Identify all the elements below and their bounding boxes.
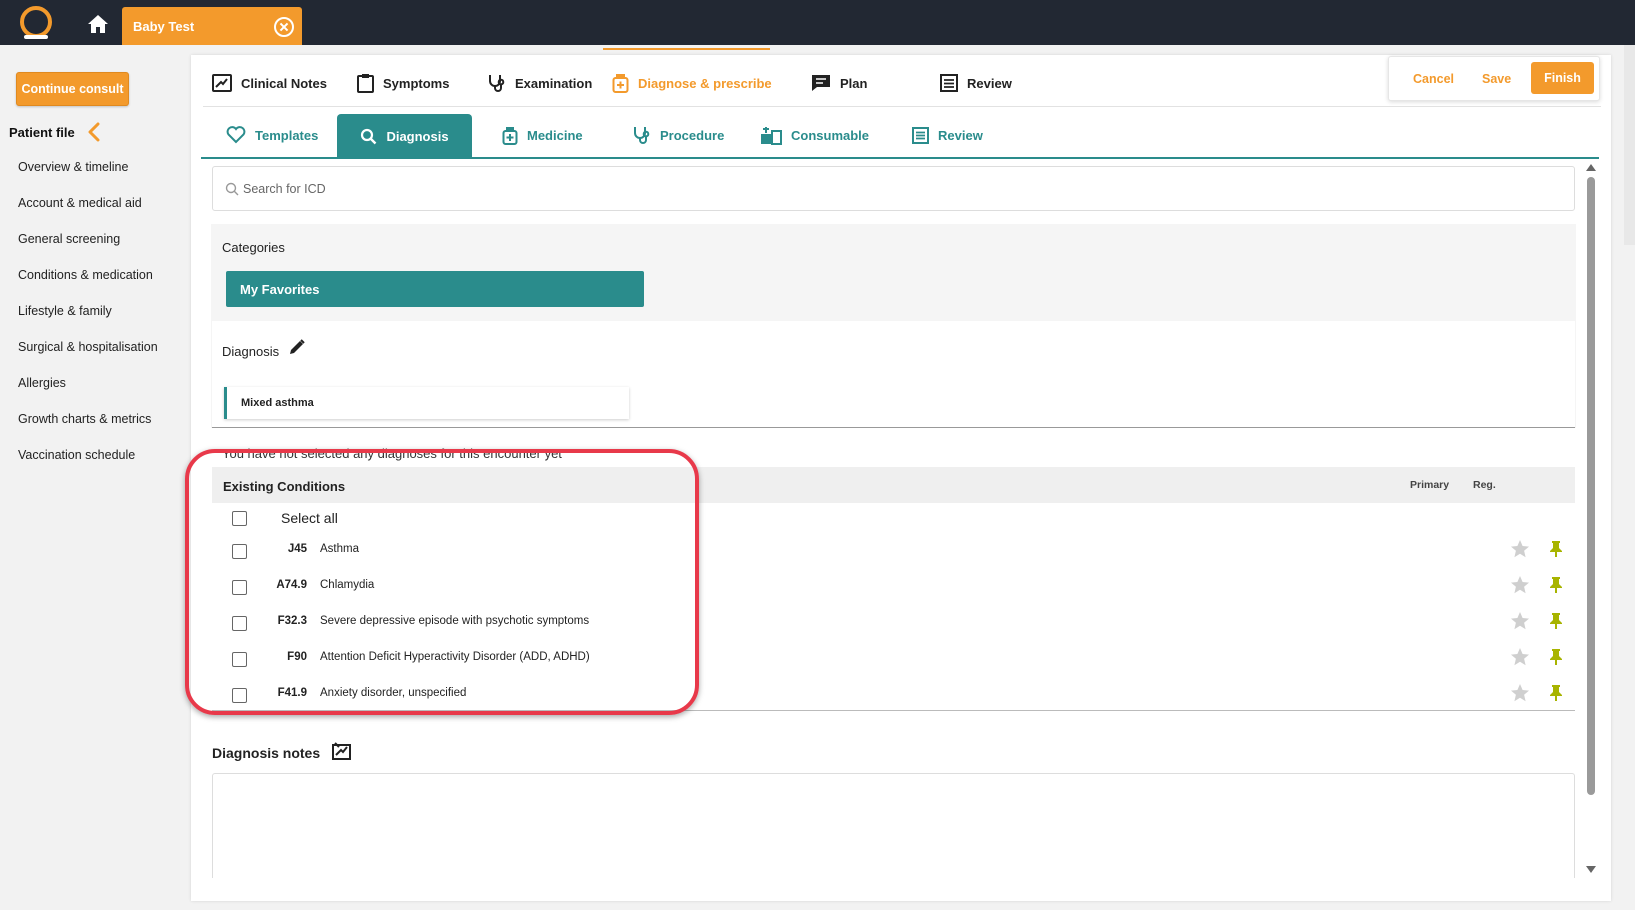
star-icon[interactable]	[1510, 683, 1530, 703]
subtab-label: Medicine	[527, 127, 583, 143]
scroll-down-arrow-icon[interactable]	[1586, 866, 1596, 873]
medicine-bottle-icon	[612, 74, 629, 93]
subtab-templates[interactable]: Templates	[226, 124, 318, 146]
star-icon[interactable]	[1510, 575, 1530, 595]
medicine-icon	[502, 126, 518, 145]
star-icon[interactable]	[1510, 647, 1530, 667]
top-bar: Baby Test	[0, 0, 1635, 45]
sidebar-item-surgical[interactable]: Surgical & hospitalisation	[18, 340, 158, 354]
diagnosis-notes-label: Diagnosis notes	[212, 745, 321, 761]
app-logo-icon[interactable]	[16, 5, 56, 41]
pin-icon[interactable]	[1548, 648, 1564, 666]
highlight-annotation	[185, 449, 699, 715]
close-tab-icon[interactable]	[274, 17, 294, 37]
subtab-label: Procedure	[660, 127, 725, 143]
patient-tab[interactable]: Baby Test	[122, 7, 302, 45]
active-tab-indicator	[603, 48, 770, 50]
patient-tab-label: Baby Test	[133, 19, 195, 34]
subtab-consumable[interactable]: Consumable	[760, 124, 869, 146]
reg-column-header: Reg.	[1473, 479, 1496, 491]
heart-icon	[226, 126, 246, 144]
subtab-divider	[201, 157, 1599, 159]
subtab-label: Diagnosis	[386, 129, 449, 144]
subtab-label: Review	[938, 127, 983, 143]
clinical-notes-icon[interactable]	[332, 742, 352, 760]
sidebar-item-allergies[interactable]: Allergies	[18, 376, 66, 390]
star-icon[interactable]	[1510, 611, 1530, 631]
pin-icon[interactable]	[1548, 612, 1564, 630]
star-icon[interactable]	[1510, 539, 1530, 559]
patient-file-title: Patient file	[9, 125, 75, 140]
edit-icon[interactable]	[288, 338, 306, 356]
sidebar-item-lifestyle[interactable]: Lifestyle & family	[18, 304, 112, 318]
primary-column-header: Primary	[1410, 479, 1450, 491]
sidebar-item-account[interactable]: Account & medical aid	[18, 196, 142, 210]
chevron-left-icon[interactable]	[86, 122, 102, 142]
clipboard-icon	[357, 74, 374, 93]
my-favorites-button[interactable]: My Favorites	[226, 271, 644, 307]
stethoscope-icon	[634, 127, 650, 144]
tab-symptoms[interactable]: Symptoms	[357, 70, 449, 96]
categories-label: Categories	[222, 240, 285, 255]
clinical-notes-icon	[212, 74, 232, 92]
search-icon	[361, 128, 377, 145]
list-icon	[912, 126, 929, 144]
sidebar-item-vaccination[interactable]: Vaccination schedule	[18, 448, 135, 462]
continue-consult-button[interactable]: Continue consult	[16, 72, 129, 106]
tab-examination[interactable]: Examination	[486, 70, 592, 96]
tab-label: Symptoms	[383, 75, 450, 91]
tab-label: Examination	[515, 75, 593, 91]
divider	[212, 427, 1575, 428]
tab-label: Diagnose & prescribe	[638, 75, 772, 91]
selected-diagnosis-chip[interactable]: Mixed asthma	[224, 387, 629, 419]
cancel-button[interactable]: Cancel	[1413, 72, 1454, 86]
tab-label: Plan	[840, 75, 868, 91]
pin-icon[interactable]	[1548, 576, 1564, 594]
tab-diagnose-prescribe[interactable]: Diagnose & prescribe	[612, 70, 772, 96]
save-button[interactable]: Save	[1482, 72, 1511, 86]
scroll-up-arrow-icon[interactable]	[1586, 164, 1596, 171]
icd-search[interactable]	[212, 166, 1575, 211]
consumable-icon	[761, 127, 782, 145]
tab-review[interactable]: Review	[940, 70, 1012, 96]
tab-label: Clinical Notes	[241, 75, 327, 91]
home-icon[interactable]	[86, 13, 110, 35]
subtab-review[interactable]: Review	[912, 124, 983, 146]
scrollbar-thumb[interactable]	[1587, 177, 1595, 795]
list-icon	[940, 74, 958, 92]
subtab-procedure[interactable]: Procedure	[631, 124, 724, 146]
finish-button[interactable]: Finish	[1531, 62, 1594, 94]
search-input[interactable]	[243, 179, 1143, 199]
sidebar-item-conditions[interactable]: Conditions & medication	[18, 268, 153, 282]
sidebar-item-screening[interactable]: General screening	[18, 232, 120, 246]
sidebar-item-growth[interactable]: Growth charts & metrics	[18, 412, 151, 426]
diagnosis-label: Diagnosis	[222, 344, 280, 359]
divider	[203, 106, 1601, 107]
diagnosis-notes-field[interactable]	[212, 773, 1575, 878]
chat-icon	[812, 75, 830, 91]
tab-plan[interactable]: Plan	[811, 70, 867, 96]
tab-label: Review	[967, 75, 1012, 91]
subtab-diagnosis[interactable]: Diagnosis	[337, 114, 472, 159]
sidebar-item-overview[interactable]: Overview & timeline	[18, 160, 128, 174]
window-scrollbar[interactable]	[1624, 45, 1635, 245]
subtab-medicine[interactable]: Medicine	[502, 124, 583, 146]
pin-icon[interactable]	[1548, 684, 1564, 702]
subtab-label: Templates	[255, 127, 319, 143]
search-icon	[225, 182, 239, 196]
subtab-label: Consumable	[791, 127, 870, 143]
pin-icon[interactable]	[1548, 540, 1564, 558]
tab-clinical-notes[interactable]: Clinical Notes	[212, 70, 327, 96]
stethoscope-icon	[489, 75, 505, 92]
